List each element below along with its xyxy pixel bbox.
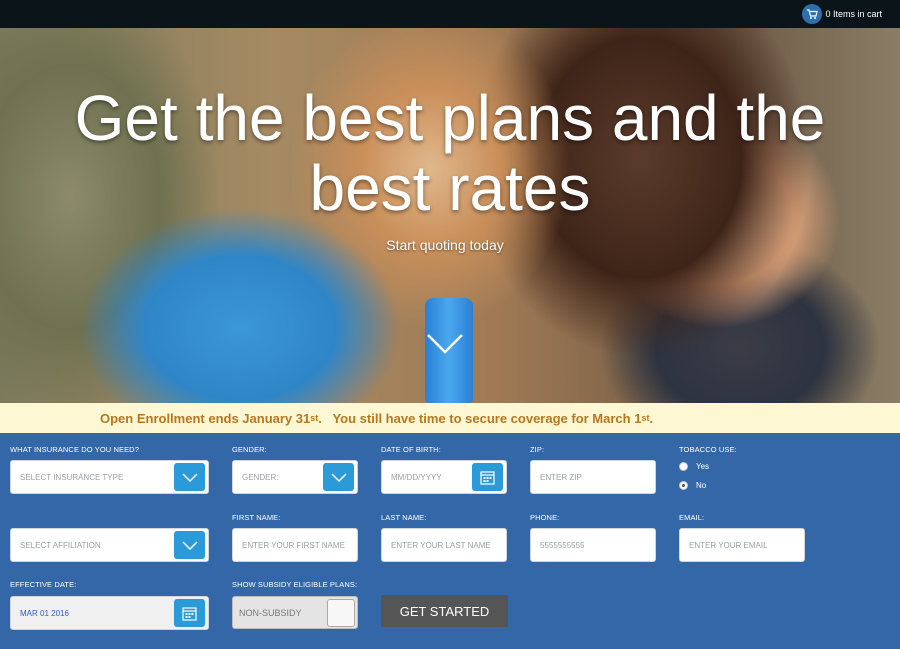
notice-text-2: . You still have time to secure coverage…: [318, 410, 642, 426]
first-name-label: FIRST NAME:: [232, 513, 281, 522]
tobacco-label: TOBACCO USE:: [679, 445, 737, 454]
effective-date-label: EFFECTIVE DATE:: [10, 580, 77, 589]
dob-placeholder: MM/DD/YYYY: [391, 472, 442, 482]
last-name-input[interactable]: ENTER YOUR LAST NAME: [381, 528, 507, 562]
chevron-down-icon[interactable]: [174, 463, 205, 491]
notice-text-1: Open Enrollment ends January 31: [100, 410, 311, 426]
affiliation-placeholder: SELECT AFFILIATION: [20, 540, 101, 550]
zip-input[interactable]: ENTER ZIP: [530, 460, 656, 494]
effective-date-value: MAR 01 2016: [20, 608, 69, 618]
gender-select[interactable]: GENDER:: [232, 460, 358, 494]
notice-sup-1: st: [310, 413, 319, 423]
phone-placeholder: 5555555555: [540, 540, 585, 550]
insurance-type-placeholder: SELECT INSURANCE TYPE: [20, 472, 124, 482]
cart-link[interactable]: 0 Items in cart: [802, 4, 882, 24]
notice-sup-2: st: [641, 413, 650, 423]
shopping-cart-icon: [802, 4, 823, 24]
insurance-type-select[interactable]: SELECT INSURANCE TYPE: [10, 460, 209, 494]
toggle-knob[interactable]: [327, 599, 355, 627]
calendar-icon[interactable]: [472, 463, 503, 491]
top-bar: 0 Items in cart: [0, 0, 900, 28]
gender-label: GENDER:: [232, 445, 267, 454]
last-name-label: LAST NAME:: [381, 513, 427, 522]
dob-label: DATE OF BIRTH:: [381, 445, 441, 454]
insurance-type-label: WHAT INSURANCE DO YOU NEED?: [10, 445, 139, 454]
zip-label: ZIP:: [530, 445, 545, 454]
subsidy-toggle-value: NON-SUBSIDY: [239, 607, 302, 618]
dob-input[interactable]: MM/DD/YYYY: [381, 460, 507, 494]
get-started-button[interactable]: GET STARTED: [381, 595, 508, 627]
email-input[interactable]: ENTER YOUR EMAIL: [679, 528, 805, 562]
hero-title: Get the best plans and the best rates: [74, 82, 826, 224]
tobacco-no-label: No: [696, 481, 707, 490]
subsidy-label: SHOW SUBSIDY ELIGIBLE PLANS:: [232, 580, 358, 589]
tobacco-no-option[interactable]: No: [679, 481, 706, 490]
first-name-placeholder: ENTER YOUR FIRST NAME: [242, 540, 345, 550]
phone-label: PHONE:: [530, 513, 560, 522]
chevron-down-icon[interactable]: [426, 333, 464, 360]
email-placeholder: ENTER YOUR EMAIL: [689, 540, 768, 550]
subsidy-toggle[interactable]: NON-SUBSIDY: [232, 596, 358, 629]
first-name-input[interactable]: ENTER YOUR FIRST NAME: [232, 528, 358, 562]
zip-placeholder: ENTER ZIP: [540, 472, 582, 482]
chevron-down-icon[interactable]: [323, 463, 354, 491]
chevron-down-icon[interactable]: [174, 531, 205, 559]
gender-placeholder: GENDER:: [242, 472, 279, 482]
phone-input[interactable]: 5555555555: [530, 528, 656, 562]
hero-banner: Get the best plans and the best rates St…: [0, 28, 900, 403]
notice-text-3: .: [649, 410, 654, 426]
tobacco-yes-option[interactable]: Yes: [679, 462, 709, 471]
email-label: EMAIL:: [679, 513, 705, 522]
tobacco-no-radio[interactable]: [679, 481, 688, 490]
last-name-placeholder: ENTER YOUR LAST NAME: [391, 540, 491, 550]
tobacco-yes-label: Yes: [696, 462, 710, 471]
affiliation-select[interactable]: SELECT AFFILIATION: [10, 528, 209, 562]
hero-subtitle: Start quoting today: [386, 237, 504, 253]
calendar-icon[interactable]: [174, 599, 205, 627]
effective-date-input[interactable]: MAR 01 2016: [10, 596, 209, 630]
cart-count-text: 0 Items in cart: [825, 9, 882, 19]
enrollment-notice: Open Enrollment ends January 31st. You s…: [0, 403, 900, 433]
tobacco-yes-radio[interactable]: [679, 462, 688, 471]
